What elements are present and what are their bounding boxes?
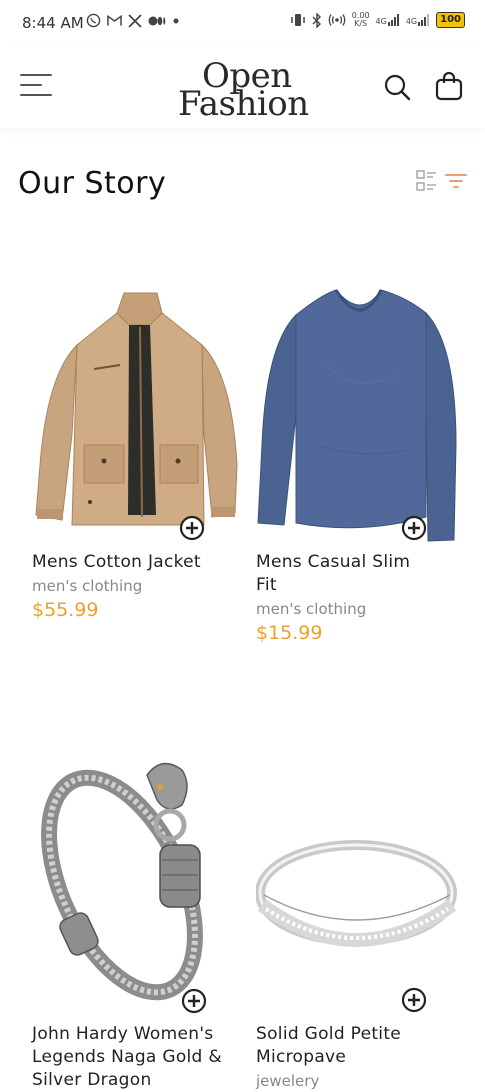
- battery-indicator: 100: [436, 12, 465, 28]
- bluetooth-icon: [312, 12, 321, 28]
- product-category: jewelery: [256, 1072, 320, 1090]
- product-category: men's clothing: [32, 577, 143, 595]
- product-title[interactable]: Solid Gold Petite Micropave: [256, 1023, 436, 1069]
- product-card[interactable]: Mens Cotton Jacket men's clothing $55.99: [32, 285, 247, 645]
- app-header: Open Fashion: [0, 48, 485, 128]
- logo-line2: Fashion: [178, 84, 309, 124]
- gmail-icon: [107, 14, 122, 26]
- app-logo[interactable]: Open Fashion: [178, 56, 328, 124]
- product-card[interactable]: Mens Casual Slim Fit men's clothing $15.…: [256, 285, 471, 665]
- add-to-cart-icon[interactable]: [401, 987, 427, 1013]
- x-icon: [128, 13, 142, 28]
- filter-icon[interactable]: [445, 172, 467, 190]
- status-bar: 8:44 AM 0.00 K/S 4G 4G 100: [0, 0, 485, 48]
- sim2-signal: 4G: [406, 14, 430, 26]
- product-image-bracelet[interactable]: [32, 745, 247, 1005]
- product-title[interactable]: John Hardy Women's Legends Naga Gold & S…: [32, 1023, 237, 1092]
- add-to-cart-icon[interactable]: [401, 515, 427, 541]
- product-card[interactable]: Solid Gold Petite Micropave jewelery: [256, 745, 471, 1090]
- product-image-ring[interactable]: [256, 745, 471, 1005]
- shopping-bag-icon[interactable]: [433, 70, 465, 102]
- signal-icon: [387, 14, 399, 26]
- signal-icon: [418, 14, 430, 26]
- net-rate-unit: K/S: [354, 19, 368, 28]
- product-price: $15.99: [256, 622, 323, 644]
- medium-icon: [148, 16, 166, 25]
- search-icon[interactable]: [382, 72, 412, 102]
- product-image-jacket[interactable]: [32, 285, 247, 545]
- product-category: men's clothing: [256, 600, 367, 618]
- vibrate-icon: [290, 14, 305, 26]
- notification-icons: [86, 13, 180, 28]
- network-rate: 0.00 K/S: [352, 12, 370, 28]
- product-title[interactable]: Mens Cotton Jacket: [32, 551, 247, 574]
- system-icons: 0.00 K/S 4G 4G 100: [290, 12, 465, 28]
- dot-icon: [173, 18, 179, 23]
- status-time: 8:44 AM: [22, 14, 84, 32]
- whatsapp-icon: [86, 13, 101, 28]
- list-view-icon[interactable]: [416, 170, 438, 192]
- sim1-label: 4G: [375, 17, 387, 26]
- sim2-label: 4G: [405, 17, 418, 26]
- add-to-cart-icon[interactable]: [179, 515, 205, 541]
- add-to-cart-icon[interactable]: [181, 988, 207, 1014]
- product-price: $55.99: [32, 599, 99, 621]
- page-title: Our Story: [18, 166, 167, 201]
- sim1-signal: 4G: [376, 14, 400, 26]
- hotspot-icon: [328, 14, 346, 26]
- menu-icon[interactable]: [20, 74, 53, 100]
- product-title[interactable]: Mens Casual Slim Fit: [256, 551, 436, 597]
- product-card[interactable]: John Hardy Women's Legends Naga Gold & S…: [32, 745, 247, 1090]
- product-image-shirt[interactable]: [256, 285, 471, 545]
